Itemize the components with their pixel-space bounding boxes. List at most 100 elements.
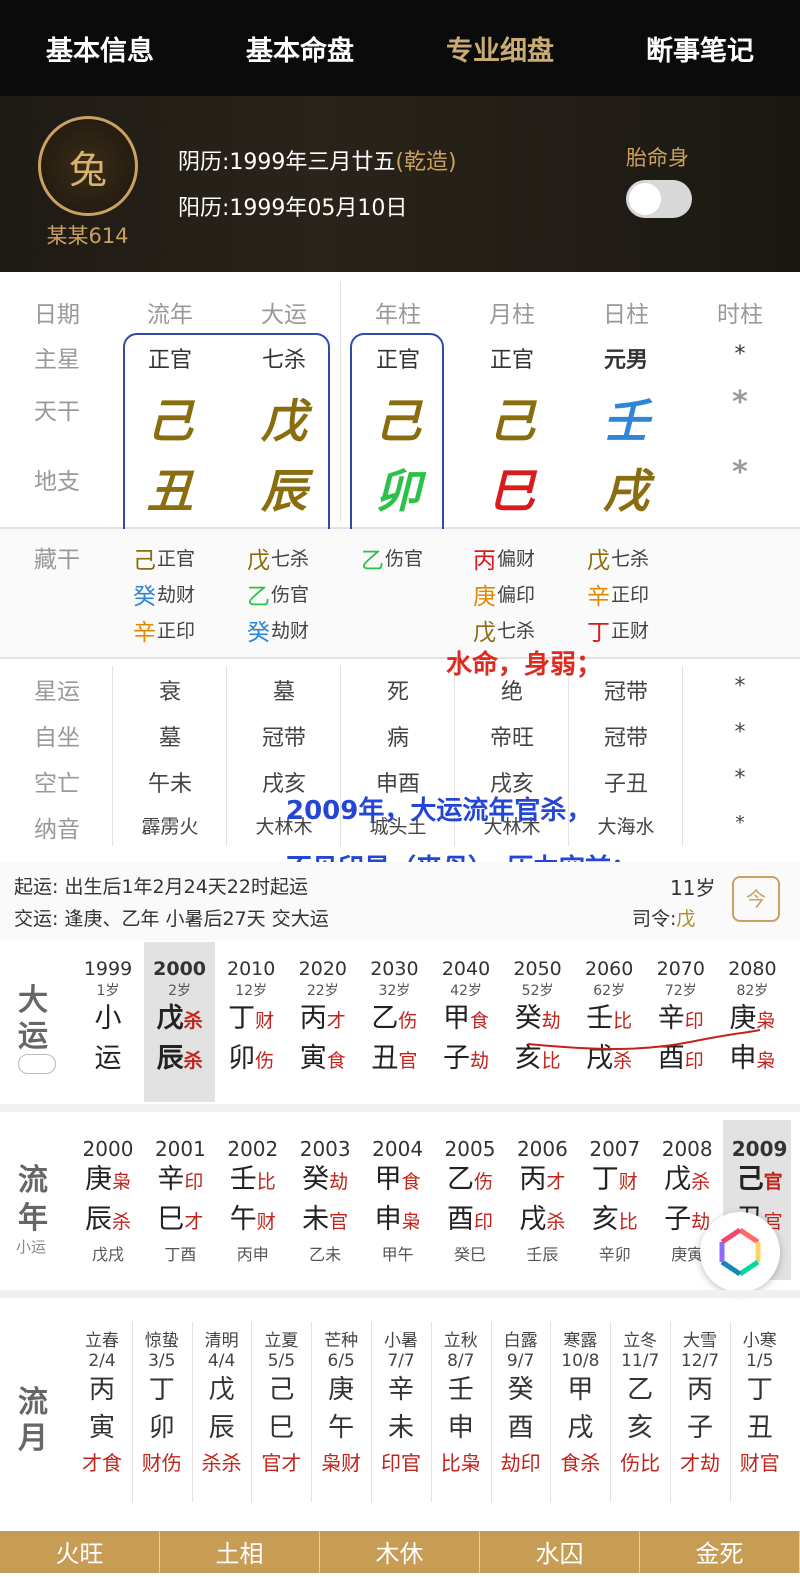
month-stem: 丙 [88,1375,115,1405]
tab-detail-chart[interactable]: 专业细盘 [400,0,600,96]
heavenly-stem: * [732,385,748,420]
liunian-stem: 甲食 [374,1164,421,1195]
dayun-toggle[interactable] [18,1054,56,1074]
row-label: 地支 [34,469,80,495]
dayun-branch: 申枭 [729,1043,776,1074]
month-stem: 己 [268,1375,295,1405]
liunian-stem: 戊杀 [664,1164,711,1195]
tab-basic-info[interactable]: 基本信息 [0,0,200,96]
liunian-column[interactable]: 2006 丙才 戌杀 壬辰 [506,1137,578,1265]
dayun-stem: 戊杀 [156,1003,203,1034]
dayun-stem: 庚枭 [729,1003,776,1034]
liunian-branch: 未官 [302,1204,349,1235]
liuyue-column[interactable]: 立春 2/4 丙寅才食 [72,1326,132,1476]
solar-term: 立春 [85,1331,119,1351]
hidden-ten-god: 七杀 [611,548,650,570]
liuyue-column[interactable]: 寒露 10/8 甲戌食杀 [550,1326,610,1476]
liunian-label-2: 年 [18,1201,48,1236]
dayun-age: 32岁 [378,983,411,999]
dayun-column[interactable]: 2080 82岁 庚枭 申枭 [716,958,788,1080]
solar-term-date: 2/4 [88,1351,116,1371]
dayun-column[interactable]: 2020 22岁 丙才 寅食 [287,958,359,1080]
solar-term: 小暑 [384,1331,418,1351]
xiaoyun-ganzhi: 戊戌 [91,1245,124,1264]
aperture-fab-icon[interactable] [700,1212,780,1292]
dayun-column[interactable]: 2010 12岁 丁财 卯伤 [215,958,287,1080]
liuyue-column[interactable]: 大雪 12/7 丙子才劫 [670,1326,730,1476]
taimingshen-toggle[interactable] [626,180,692,218]
qiyun-line: 起运: 出生后1年2月24天22时起运 [14,876,308,898]
liuyue-column[interactable]: 小寒 1/5 丁丑财官 [730,1326,790,1476]
month-stem: 戊 [208,1375,235,1405]
liunian-column[interactable]: 2001 辛印 巳才 丁酉 [144,1137,216,1265]
dayun-column[interactable]: 2040 42岁 甲食 子劫 [430,958,502,1080]
solar-term-date: 3/5 [148,1351,176,1371]
liunian-branch: 酉印 [446,1204,493,1235]
liuyue-column[interactable]: 立夏 5/5 己巳官才 [251,1326,311,1476]
dayun-year: 2080 [728,958,777,980]
earthly-branch: * [732,455,748,490]
liunian-column[interactable]: 2000 庚枭 辰杀 戊戌 [72,1137,144,1265]
wuxing-bar: 火旺 土相 木休 水囚 金死 [0,1531,800,1573]
pillar-header: 月柱 [489,302,535,328]
info-value: 冠带 [603,726,648,751]
liuyue-column[interactable]: 清明 4/4 戊辰杀杀 [192,1326,252,1476]
liuyue-column[interactable]: 小暑 7/7 辛未印官 [371,1326,431,1476]
dayun-column[interactable]: 1999 1岁小运 [72,958,144,1080]
month-ten-gods: 财伤 [141,1451,182,1475]
month-branch: 寅 [88,1413,115,1443]
hidden-ten-god: 正印 [611,584,650,606]
month-branch: 午 [328,1413,355,1443]
hidden-stem: 丙 [473,548,496,574]
tab-basic-chart[interactable]: 基本命盘 [200,0,400,96]
wuxing-water: 水囚 [480,1531,640,1573]
liunian-column[interactable]: 2007 丁财 亥比 辛卯 [579,1137,651,1265]
dayun-column[interactable]: 2060 62岁 壬比 戌杀 [573,958,645,1080]
liuyue-column[interactable]: 芒种 6/5 庚午枭财 [311,1326,371,1476]
liuyue-column[interactable]: 惊蛰 3/5 丁卯财伤 [132,1326,192,1476]
hidden-stem: 己 [133,548,156,574]
row-label: 天干 [34,399,80,425]
hidden-stem: 癸 [247,620,270,646]
dayun-column[interactable]: 2070 72岁 辛印 酉印 [645,958,717,1080]
liunian-branch: 申枭 [374,1204,421,1235]
info-value: * [735,812,745,834]
liunian-stem: 辛印 [157,1164,204,1195]
hidden-ten-god: 伤官 [271,584,310,606]
hidden-stem: 辛 [587,584,610,610]
liunian-column[interactable]: 2003 癸劫 未官 乙未 [289,1137,361,1265]
dayun-year: 1999 [83,958,133,980]
month-branch: 子 [686,1413,713,1443]
info-value: 霹雳火 [141,816,199,838]
liunian-column[interactable]: 2002 壬比 午财 丙申 [217,1137,289,1265]
dayun-column[interactable]: 2030 32岁 乙伤 丑官 [358,958,430,1080]
dayun-year: 2060 [585,958,634,980]
liunian-year: 2004 [372,1137,424,1161]
dayun-age: 62岁 [593,983,626,999]
taimingshen-label: 胎命身 [626,146,689,170]
month-ten-gods: 食杀 [560,1451,601,1475]
info-value: 墓 [158,726,181,751]
dayun-column[interactable]: 2050 52岁 癸劫 亥比 [502,958,574,1080]
dayun-branch: 卯伤 [228,1043,275,1074]
liunian-column[interactable]: 2004 甲食 申枭 甲午 [362,1137,434,1265]
dayun-column[interactable]: 2000 2岁 戊杀 辰杀 [144,958,216,1080]
xiaoyun-ganzhi: 辛卯 [598,1245,631,1264]
hidden-stem: 戊 [473,620,496,646]
dayun-year: 2020 [298,958,347,980]
info-value: * [734,766,746,791]
today-calendar-icon[interactable]: 今 [732,876,780,922]
liunian-branch: 亥比 [591,1204,638,1235]
month-ten-gods: 才劫 [680,1451,720,1475]
liuyue-column[interactable]: 白露 9/7 癸酉劫印 [491,1326,551,1476]
tab-notes[interactable]: 断事笔记 [600,0,800,96]
solar-term-date: 10/8 [561,1351,600,1371]
liuyue-column[interactable]: 立秋 8/7 壬申比枭 [431,1326,491,1476]
info-value: 午未 [147,772,192,797]
top-nav: 基本信息 基本命盘 专业细盘 断事笔记 [0,0,800,96]
liuyue-column[interactable]: 立冬 11/7 乙亥伤比 [610,1326,670,1476]
pillar-header: 大运 [261,302,307,328]
month-branch: 巳 [268,1413,295,1443]
solar-term: 芒种 [324,1331,359,1351]
liunian-column[interactable]: 2005 乙伤 酉印 癸巳 [434,1137,506,1265]
